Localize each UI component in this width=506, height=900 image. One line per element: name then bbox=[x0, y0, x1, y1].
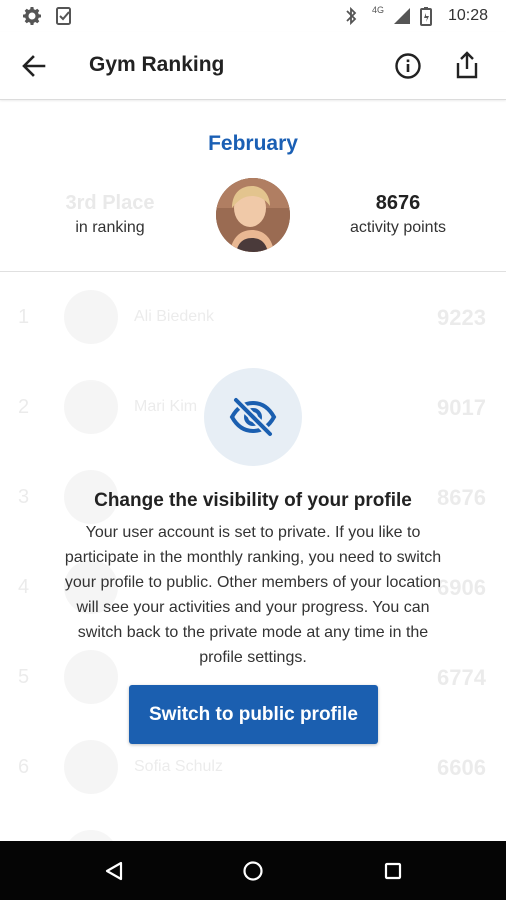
rank-label: in ranking bbox=[75, 219, 145, 236]
points-label: activity points bbox=[349, 219, 447, 236]
status-bar: 4G 10:28 bbox=[0, 0, 506, 32]
rank-value: 3rd Place bbox=[65, 192, 155, 214]
rank-position: 6 bbox=[18, 756, 30, 778]
info-icon[interactable] bbox=[393, 51, 423, 81]
member-points: 9017 bbox=[437, 395, 486, 420]
member-points: 6606 bbox=[437, 755, 486, 780]
dialog-line: switch back to the private mode at any t… bbox=[77, 624, 429, 641]
points-value: 8676 bbox=[375, 192, 421, 214]
dialog-line: profile settings. bbox=[199, 649, 307, 666]
app-bar: Gym Ranking bbox=[0, 32, 506, 100]
bluetooth-icon bbox=[344, 6, 364, 26]
avatar bbox=[64, 380, 118, 434]
avatar bbox=[64, 290, 118, 344]
nav-back-icon[interactable] bbox=[103, 860, 125, 887]
dialog-line: your profile to public. Other members of… bbox=[64, 574, 442, 591]
system-nav-bar bbox=[0, 841, 506, 900]
rank-summary: 3rd Place in ranking bbox=[30, 192, 190, 237]
dialog-message: Your user account is set to private. If … bbox=[30, 520, 476, 670]
share-icon[interactable] bbox=[453, 50, 481, 80]
list-item[interactable]: 1 Ali Biedenk 9223 bbox=[0, 272, 506, 362]
clock: 10:28 bbox=[447, 7, 488, 24]
member-name: Mari Kim bbox=[134, 398, 198, 415]
settings-icon bbox=[22, 6, 42, 26]
rank-position: 5 bbox=[18, 666, 30, 688]
rank-position: 4 bbox=[18, 576, 30, 598]
member-points: 9223 bbox=[437, 305, 486, 330]
network-label: 4G bbox=[371, 5, 384, 15]
task-check-icon bbox=[54, 6, 74, 26]
rank-position: 1 bbox=[18, 306, 30, 328]
points-summary: 8676 activity points bbox=[330, 192, 466, 237]
list-item bbox=[0, 812, 506, 842]
dialog-line: participate in the monthly ranking, you … bbox=[64, 549, 442, 566]
dialog-line: will see your activities and your progre… bbox=[76, 599, 430, 616]
nav-home-icon[interactable] bbox=[242, 860, 264, 887]
signal-icon bbox=[392, 6, 412, 26]
month-label: February bbox=[208, 132, 298, 155]
rank-position: 2 bbox=[18, 396, 30, 418]
dialog-title: Change the visibility of your profile bbox=[94, 490, 412, 511]
avatar bbox=[216, 178, 290, 252]
avatar bbox=[64, 740, 118, 794]
page-title: Gym Ranking bbox=[89, 53, 225, 76]
back-arrow-icon[interactable] bbox=[20, 52, 48, 80]
battery-icon bbox=[419, 6, 440, 26]
member-name: Sofia Schulz bbox=[134, 758, 223, 775]
eye-off-icon bbox=[204, 368, 302, 466]
dialog-line: Your user account is set to private. If … bbox=[85, 524, 421, 541]
nav-recent-apps-icon[interactable] bbox=[384, 862, 402, 885]
member-name: Ali Biedenk bbox=[134, 308, 215, 325]
switch-public-profile-button[interactable]: Switch to public profile bbox=[129, 685, 378, 744]
